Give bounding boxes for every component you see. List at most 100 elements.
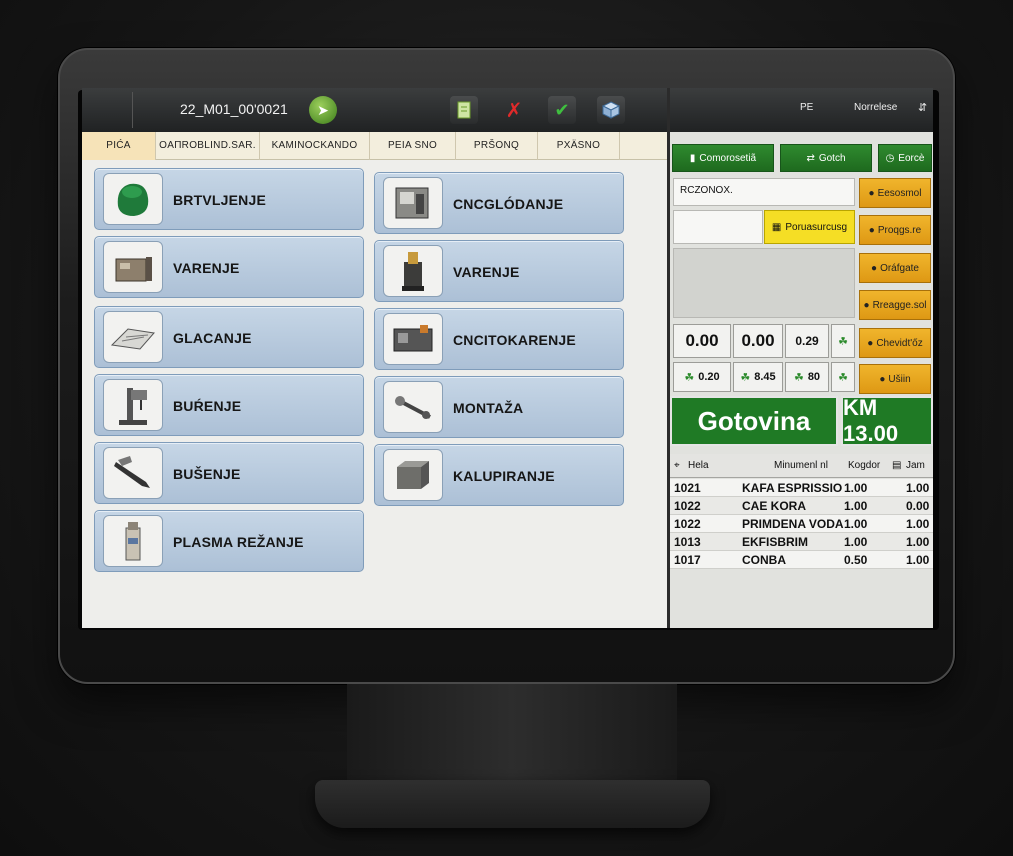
tile-cnctokarenje[interactable]: CNCITOKARENJE: [374, 308, 624, 370]
side-button-1[interactable]: ● Eesosmol: [859, 178, 931, 208]
note-input[interactable]: [673, 210, 763, 244]
go-button[interactable]: ➤: [309, 96, 337, 124]
leaf-icon[interactable]: ☘: [831, 362, 855, 392]
pos-screen: 22_M01_00'0021 ➤ ✗ ✔ PIĆA OAПROBLIND.SAR…: [82, 88, 933, 628]
mode-select[interactable]: Norrelese: [854, 102, 897, 113]
cell-amount: 0.00: [906, 499, 930, 513]
tile-label: VARENJE: [453, 264, 520, 280]
phone-icon: ▮: [689, 152, 696, 164]
amount-display-2: 0.00: [733, 324, 783, 358]
tile-brtvljenje[interactable]: BRTVLJENJE: [94, 168, 364, 230]
bullet-icon: ●: [867, 337, 874, 349]
leaf-icon: ☘: [793, 371, 804, 384]
chevron-updown-icon[interactable]: ⇵: [918, 101, 927, 114]
cube-icon: [602, 101, 620, 119]
tab-category-5[interactable]: PRŠONQ: [456, 132, 538, 160]
customer-input[interactable]: RCZONOX.: [673, 178, 855, 206]
cell-amount: 1.00: [906, 517, 930, 531]
cell-code: 1022: [674, 517, 701, 531]
tile-label: VARENJE: [173, 260, 240, 276]
table-row[interactable]: 1017 CONBA 0.50 1.00: [670, 551, 933, 569]
tab-category-2[interactable]: OAПROBLIND.SAR.: [156, 132, 260, 160]
commerce-button[interactable]: ▮ Comorosetiã: [672, 144, 774, 172]
document-number: 22_M01_00'0021: [180, 101, 288, 117]
check-icon: ✔: [554, 99, 570, 120]
col-header-amount: Jam: [906, 460, 925, 471]
tile-label: BRTVLJENJE: [173, 192, 267, 208]
col-header-name: Minumenl nl: [774, 460, 828, 471]
cell-qty: 1.00: [844, 517, 868, 531]
tile-varenje-1[interactable]: VARENJE: [94, 236, 364, 298]
leaf-icon[interactable]: ☘: [831, 324, 855, 358]
list-icon: ▤: [892, 460, 902, 471]
purchase-button[interactable]: ▦ Poruasurcusg: [764, 210, 855, 244]
table-row[interactable]: 1022 PRIMDENA VODA 1.00 1.00: [670, 515, 933, 533]
top-toolbar: 22_M01_00'0021 ➤ ✗ ✔: [82, 88, 667, 132]
document-button[interactable]: [450, 96, 478, 124]
close-icon: ✗: [505, 99, 523, 122]
table-row[interactable]: 1021 KAFA ESPRISSIO 1.00 1.00: [670, 479, 933, 497]
cancel-button[interactable]: ✗: [500, 96, 528, 124]
document-icon: [457, 101, 471, 119]
tile-montaza[interactable]: MONTAŽA: [374, 376, 624, 438]
monitor-stand-base: [315, 780, 710, 828]
tile-varenje-2[interactable]: VARENJE: [374, 240, 624, 302]
table-row[interactable]: 1022 CAE KORA 1.00 0.00: [670, 497, 933, 515]
assembly-tool-icon: [383, 381, 443, 433]
chip-button-3[interactable]: ☘ 80: [785, 362, 829, 392]
tile-label: BUŠENJE: [173, 466, 241, 482]
commerce-button-label: Comorosetiã: [699, 152, 757, 164]
tab-category-3[interactable]: KAMINOCKANDO: [260, 132, 370, 160]
welding-machine-icon: [103, 241, 163, 293]
lathe-icon: [383, 313, 443, 365]
green-part-icon: [103, 173, 163, 225]
side-button-6[interactable]: ● Ušiin: [859, 364, 931, 394]
tab-pica[interactable]: PIĆA: [82, 132, 156, 160]
tile-glacanje[interactable]: GLACANJE: [94, 306, 364, 368]
grinding-plate-icon: [103, 311, 163, 363]
side-button-label: Oráfgate: [880, 262, 919, 274]
chip-button-2[interactable]: ☘ 8.45: [733, 362, 783, 392]
gotch-button[interactable]: ⇄ Gotch: [780, 144, 872, 172]
tile-label: CNCITOKARENJE: [453, 332, 576, 348]
tab-category-4[interactable]: PEIA SNO: [370, 132, 456, 160]
tile-kalupiranje[interactable]: KALUPIRANJE: [374, 444, 624, 506]
transfer-icon: ⇄: [806, 152, 815, 164]
table-row[interactable]: 1013 EKFISBRIM 1.00 1.00: [670, 533, 933, 551]
cell-name: CAE KORA: [742, 499, 807, 513]
side-button-label: Rreagge.sol: [872, 299, 927, 311]
cell-amount: 1.00: [906, 553, 930, 567]
tile-plasma-rezanje[interactable]: PLASMA REŽANJE: [94, 510, 364, 572]
col-header-code: Hela: [688, 460, 709, 471]
force-button[interactable]: ◷ Eorcè: [878, 144, 932, 172]
tile-label: BUŔENJE: [173, 398, 242, 414]
bullet-icon: ●: [863, 299, 870, 311]
side-button-5[interactable]: ● Chevidt'őz: [859, 328, 931, 358]
tile-cncglodanje[interactable]: CNCGLÓDANJE: [374, 172, 624, 234]
side-button-2[interactable]: ● Proqgs.re: [859, 215, 931, 245]
package-button[interactable]: [597, 96, 625, 124]
chip-button-1[interactable]: ☘ 0.20: [673, 362, 731, 392]
clock-icon: ◷: [885, 152, 895, 164]
chip-value: 80: [807, 371, 821, 383]
items-table: 1021 KAFA ESPRISSIO 1.00 1.00 1022 CAE K…: [670, 479, 933, 569]
cell-name: PRIMDENA VODA: [742, 517, 844, 531]
side-button-4[interactable]: ● Rreagge.sol: [859, 290, 931, 320]
tile-busenje[interactable]: BUŠENJE: [94, 442, 364, 504]
plasma-cutter-icon: [103, 515, 163, 567]
category-tabs: PIĆA OAПROBLIND.SAR. KAMINOCKANDO PEIA S…: [82, 132, 667, 160]
thermometer-icon: ⌖: [674, 460, 680, 471]
tab-category-6[interactable]: PXÄSNO: [538, 132, 620, 160]
monitor-stand-neck: [347, 684, 677, 784]
arrow-right-icon: ➤: [317, 101, 329, 118]
tile-burenje[interactable]: BUŔENJE: [94, 374, 364, 436]
side-button-3[interactable]: ● Oráfgate: [859, 253, 931, 283]
cell-code: 1017: [674, 553, 701, 567]
cell-amount: 1.00: [906, 535, 930, 549]
tile-label: KALUPIRANJE: [453, 468, 555, 484]
cell-qty: 1.00: [844, 499, 868, 513]
side-button-label: Chevidt'őz: [876, 337, 923, 349]
payment-method-button[interactable]: Gotovina: [670, 396, 838, 446]
purchase-button-label: Poruasurcusg: [785, 221, 848, 233]
confirm-button[interactable]: ✔: [548, 96, 576, 124]
